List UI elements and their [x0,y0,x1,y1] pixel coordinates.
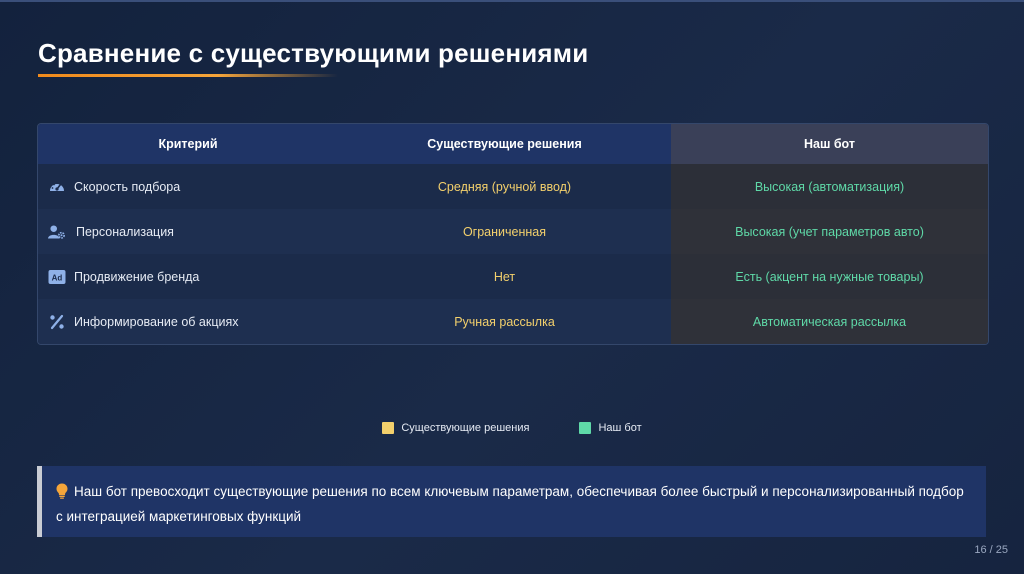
table-row: Ad Продвижение бренда Нет Есть (акцент н… [38,254,988,299]
table-row: Персонализация Ограниченная Высокая (уче… [38,209,988,254]
existing-value: Средняя (ручной ввод) [437,179,572,194]
lightbulb-icon [56,483,68,506]
title-underline [38,74,338,77]
ad-icon: Ad [48,268,66,286]
existing-value: Ограниченная [462,224,547,239]
header-existing: Существующие решения [427,137,582,151]
legend-item-ours: Наш бот [579,422,642,434]
legend-label-ours: Наш бот [598,422,642,434]
criterion-label: Информирование об акциях [74,314,239,329]
summary-text: Наш бот превосходит существующие решения… [56,484,964,524]
legend-swatch-existing [382,422,395,434]
summary-note: Наш бот превосходит существующие решения… [37,466,986,537]
user-gear-icon [48,223,66,241]
legend: Существующие решения Наш бот [0,422,1024,434]
speedometer-icon [48,178,66,196]
percent-icon [48,313,66,331]
existing-value: Нет [493,269,516,284]
header-criterion: Критерий [158,137,218,151]
legend-item-existing: Существующие решения [382,422,529,434]
top-border [0,0,1024,2]
table-header-row: Критерий Существующие решения Наш бот [38,124,988,164]
table-row: Информирование об акциях Ручная рассылка… [38,299,988,344]
table-row: Скорость подбора Средняя (ручной ввод) В… [38,164,988,209]
page-title: Сравнение с существующими решениями [38,38,589,68]
criterion-label: Скорость подбора [74,179,181,194]
criterion-label: Персонализация [76,224,174,239]
criterion-label: Продвижение бренда [74,269,200,284]
existing-value: Ручная рассылка [454,314,555,329]
ours-value: Высокая (автоматизация) [671,164,988,209]
svg-text:Ad: Ad [52,273,63,282]
legend-label-existing: Существующие решения [401,422,530,434]
page-number: 16 / 25 [974,544,1008,556]
header-ours: Наш бот [671,124,988,164]
ours-value: Автоматическая рассылка [671,299,988,344]
legend-swatch-ours [579,422,592,434]
comparison-table: Критерий Существующие решения Наш бот Ск… [37,123,989,345]
ours-value: Есть (акцент на нужные товары) [671,254,988,299]
ours-value: Высокая (учет параметров авто) [671,209,988,254]
